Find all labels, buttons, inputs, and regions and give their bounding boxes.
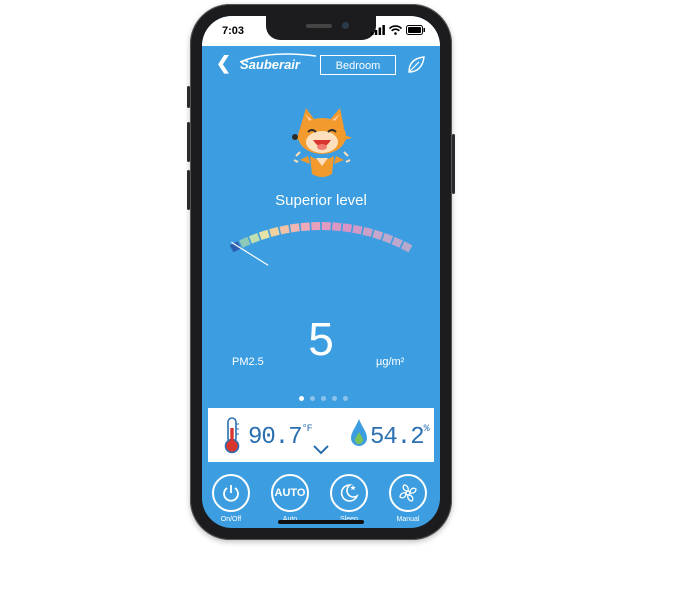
side-button: [187, 86, 190, 108]
manual-label: Manual: [396, 516, 420, 523]
fox-mascot-icon: [292, 108, 352, 177]
humidity-drop-icon: [351, 419, 367, 446]
gauge-segment: [279, 224, 290, 235]
power-side-button: [452, 134, 455, 194]
temperature-unit: °F: [301, 424, 313, 435]
camera: [342, 22, 349, 29]
app-screen: 7:03 ❮ Sauberair Bedroom Superior level …: [202, 16, 440, 528]
sleep-control[interactable]: Sleep: [326, 474, 372, 523]
on-off-control[interactable]: On/Off: [208, 474, 254, 523]
page-dot[interactable]: [343, 396, 348, 401]
wifi-icon: [389, 25, 402, 35]
page-indicator[interactable]: [299, 396, 348, 401]
control-bar: On/Off AUTO Auto Sleep: [202, 468, 440, 528]
pm25-gauge: [229, 222, 413, 266]
gauge-segment: [289, 223, 300, 233]
auto-icon: AUTO: [274, 487, 306, 499]
brand-logo: Sauberair: [240, 57, 300, 72]
gauge-segment: [362, 226, 373, 237]
gauge-segment: [372, 229, 384, 241]
sensor-panel: 90.7°F 54.2%: [208, 408, 434, 462]
gauge-segment: [400, 241, 413, 253]
notch: [266, 16, 376, 40]
auto-button[interactable]: AUTO: [271, 474, 309, 512]
gauge-segment: [382, 232, 394, 244]
gauge-segment: [248, 232, 260, 244]
volume-up-button: [187, 122, 190, 162]
humidity-unit: %: [423, 424, 430, 435]
moon-icon: [340, 484, 359, 502]
power-icon: [223, 485, 239, 502]
status-time: 7:03: [222, 25, 245, 37]
volume-down-button: [187, 170, 190, 210]
thermometer-icon: [224, 417, 240, 454]
chevron-down-icon[interactable]: [312, 444, 330, 456]
page-dot[interactable]: [310, 396, 315, 401]
status-bar: 7:03: [202, 16, 440, 46]
sleep-button[interactable]: [330, 474, 368, 512]
temperature-value: 90.7°F: [248, 424, 313, 451]
gauge-segment: [321, 222, 331, 231]
power-button[interactable]: [212, 474, 250, 512]
manual-control[interactable]: Manual: [385, 474, 431, 523]
gauge-segment: [239, 236, 251, 248]
humidity-value: 54.2%: [370, 424, 430, 451]
temperature-number: 90.7: [248, 424, 303, 451]
signal-icon: [371, 25, 385, 35]
home-indicator[interactable]: [278, 520, 364, 524]
humidity-number: 54.2: [370, 424, 425, 451]
room-selector[interactable]: Bedroom: [320, 55, 396, 75]
gauge-segment: [332, 222, 342, 232]
gauge-segment: [269, 226, 280, 237]
gauge-segment: [300, 222, 310, 232]
app-header: ❮ Sauberair Bedroom: [202, 46, 440, 80]
gauge-segment: [391, 236, 403, 248]
fan-icon: [399, 484, 417, 502]
status-icons: [371, 25, 426, 35]
back-button[interactable]: ❮: [216, 54, 231, 72]
manual-button[interactable]: [389, 474, 427, 512]
page-dot[interactable]: [321, 396, 326, 401]
gauge-segment: [352, 224, 363, 235]
air-quality-level: Superior level: [275, 192, 367, 209]
gauge-segment: [258, 229, 270, 241]
page-dot[interactable]: [299, 396, 304, 401]
pm25-unit: µg/m²: [376, 356, 405, 368]
page-dot[interactable]: [332, 396, 337, 401]
gauge-segment: [342, 223, 353, 233]
leaf-icon[interactable]: [406, 55, 426, 75]
speaker: [306, 24, 332, 28]
phone-frame: 7:03 ❮ Sauberair Bedroom Superior level …: [187, 4, 455, 540]
gauge-segment: [311, 222, 321, 231]
battery-icon: [406, 25, 425, 35]
auto-control[interactable]: AUTO Auto: [267, 474, 313, 523]
on-off-label: On/Off: [220, 516, 242, 523]
gauge-needle: [231, 241, 269, 266]
